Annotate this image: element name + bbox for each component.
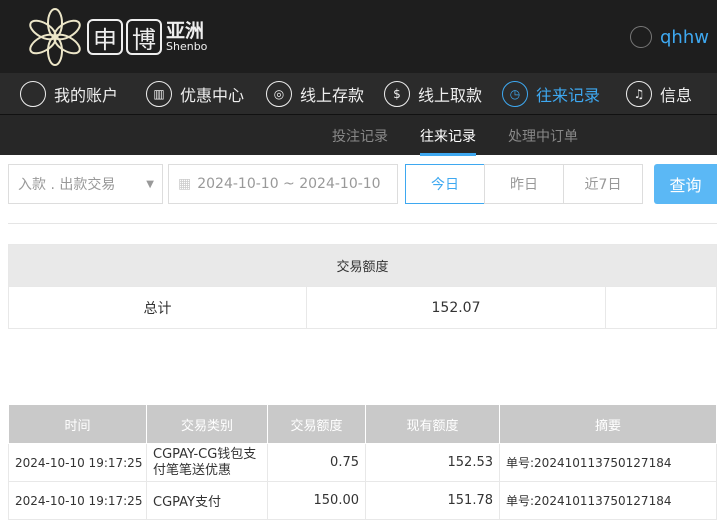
- cell-time: 2024-10-10 19:17:25: [8, 481, 147, 520]
- header: 申 博 亚洲 Shenbo qhhw: [0, 0, 717, 73]
- tab-pending-orders[interactable]: 处理中订单: [508, 126, 578, 146]
- nav-records[interactable]: ◷ 往来记录: [502, 81, 600, 107]
- col-time: 时间: [8, 404, 147, 444]
- transaction-type-select[interactable]: 入款 . 出款交易 ▼: [8, 164, 163, 204]
- calendar-icon: ▦: [178, 176, 192, 192]
- caret-down-icon: ▼: [146, 178, 154, 190]
- flower-logo-icon: [29, 8, 81, 66]
- summary-empty: [605, 286, 717, 329]
- logo-cn: 亚洲: [166, 20, 205, 42]
- nav-label: 优惠中心: [180, 86, 245, 105]
- nav-my-account[interactable]: 我的账户: [20, 81, 118, 107]
- date-range-value: 2024-10-10 ~ 2024-10-10: [197, 176, 381, 192]
- summary-label: 总计: [8, 286, 307, 329]
- table-row: 2024-10-10 19:17:25 CGPAY-CG钱包支付笔笔送优惠 0.…: [8, 443, 717, 482]
- col-type: 交易类别: [146, 404, 268, 444]
- nav-promotions[interactable]: ▥ 优惠中心: [146, 81, 244, 107]
- nav-label: 信息: [660, 86, 693, 105]
- summary-value: 152.07: [306, 286, 606, 329]
- nav-label: 往来记录: [536, 86, 601, 105]
- cell-type: CGPAY-CG钱包支付笔笔送优惠: [146, 443, 268, 482]
- logo-char: 博: [126, 19, 162, 55]
- date-range-input[interactable]: ▦ 2024-10-10 ~ 2024-10-10: [168, 164, 398, 204]
- search-button[interactable]: 查询: [654, 164, 717, 204]
- user-icon: [20, 81, 46, 107]
- cell-summary: 单号:202410113750127184: [499, 443, 717, 482]
- logo[interactable]: 申 博 亚洲 Shenbo: [26, 8, 207, 66]
- gift-icon: ▥: [146, 81, 172, 107]
- tab-transaction-records[interactable]: 往来记录: [420, 126, 476, 156]
- nav-label: 线上存款: [300, 86, 365, 105]
- col-amount: 交易额度: [267, 404, 366, 444]
- withdraw-icon: $: [384, 81, 410, 107]
- today-button[interactable]: 今日: [405, 164, 485, 204]
- yesterday-button[interactable]: 昨日: [484, 164, 564, 204]
- username: qhhw: [660, 26, 709, 48]
- nav-withdraw[interactable]: $ 线上取款: [384, 81, 482, 107]
- records-icon: ◷: [502, 81, 528, 107]
- cell-type: CGPAY支付: [146, 481, 268, 520]
- nav-label: 我的账户: [54, 86, 119, 105]
- cell-balance: 152.53: [365, 443, 500, 482]
- col-summary: 摘要: [499, 404, 717, 444]
- nav-label: 线上取款: [418, 86, 483, 105]
- summary-table: 交易额度 总计 152.07: [8, 244, 717, 329]
- user-icon: [630, 26, 652, 48]
- logo-char: 申: [87, 19, 123, 55]
- deposit-icon: ◎: [266, 81, 292, 107]
- cell-time: 2024-10-10 19:17:25: [8, 443, 147, 482]
- cell-balance: 151.78: [365, 481, 500, 520]
- cell-amount: 150.00: [267, 481, 366, 520]
- table-row: 2024-10-10 19:17:25 CGPAY支付 150.00 151.7…: [8, 481, 717, 520]
- summary-header: 交易额度: [8, 244, 717, 287]
- main-nav: 我的账户 ▥ 优惠中心 ◎ 线上存款 $ 线上取款 ◷ 往来记录 ♫ 信息: [0, 73, 717, 115]
- tab-bet-records[interactable]: 投注记录: [332, 126, 388, 146]
- user-menu[interactable]: qhhw: [630, 26, 709, 48]
- logo-en: Shenbo: [166, 40, 208, 53]
- cell-amount: 0.75: [267, 443, 366, 482]
- bell-icon: ♫: [626, 81, 652, 107]
- nav-deposit[interactable]: ◎ 线上存款: [266, 81, 364, 107]
- divider: [8, 223, 717, 224]
- cell-summary: 单号:202410113750127184: [499, 481, 717, 520]
- select-value: 入款 . 出款交易: [18, 177, 116, 193]
- nav-messages[interactable]: ♫ 信息: [626, 81, 692, 107]
- records-table: 时间 交易类别 交易额度 现有额度 摘要 2024-10-10 19:17:25…: [8, 404, 717, 520]
- last-7-days-button[interactable]: 近7日: [563, 164, 643, 204]
- col-balance: 现有额度: [365, 404, 500, 444]
- sub-nav: 投注记录 往来记录 处理中订单: [0, 115, 717, 156]
